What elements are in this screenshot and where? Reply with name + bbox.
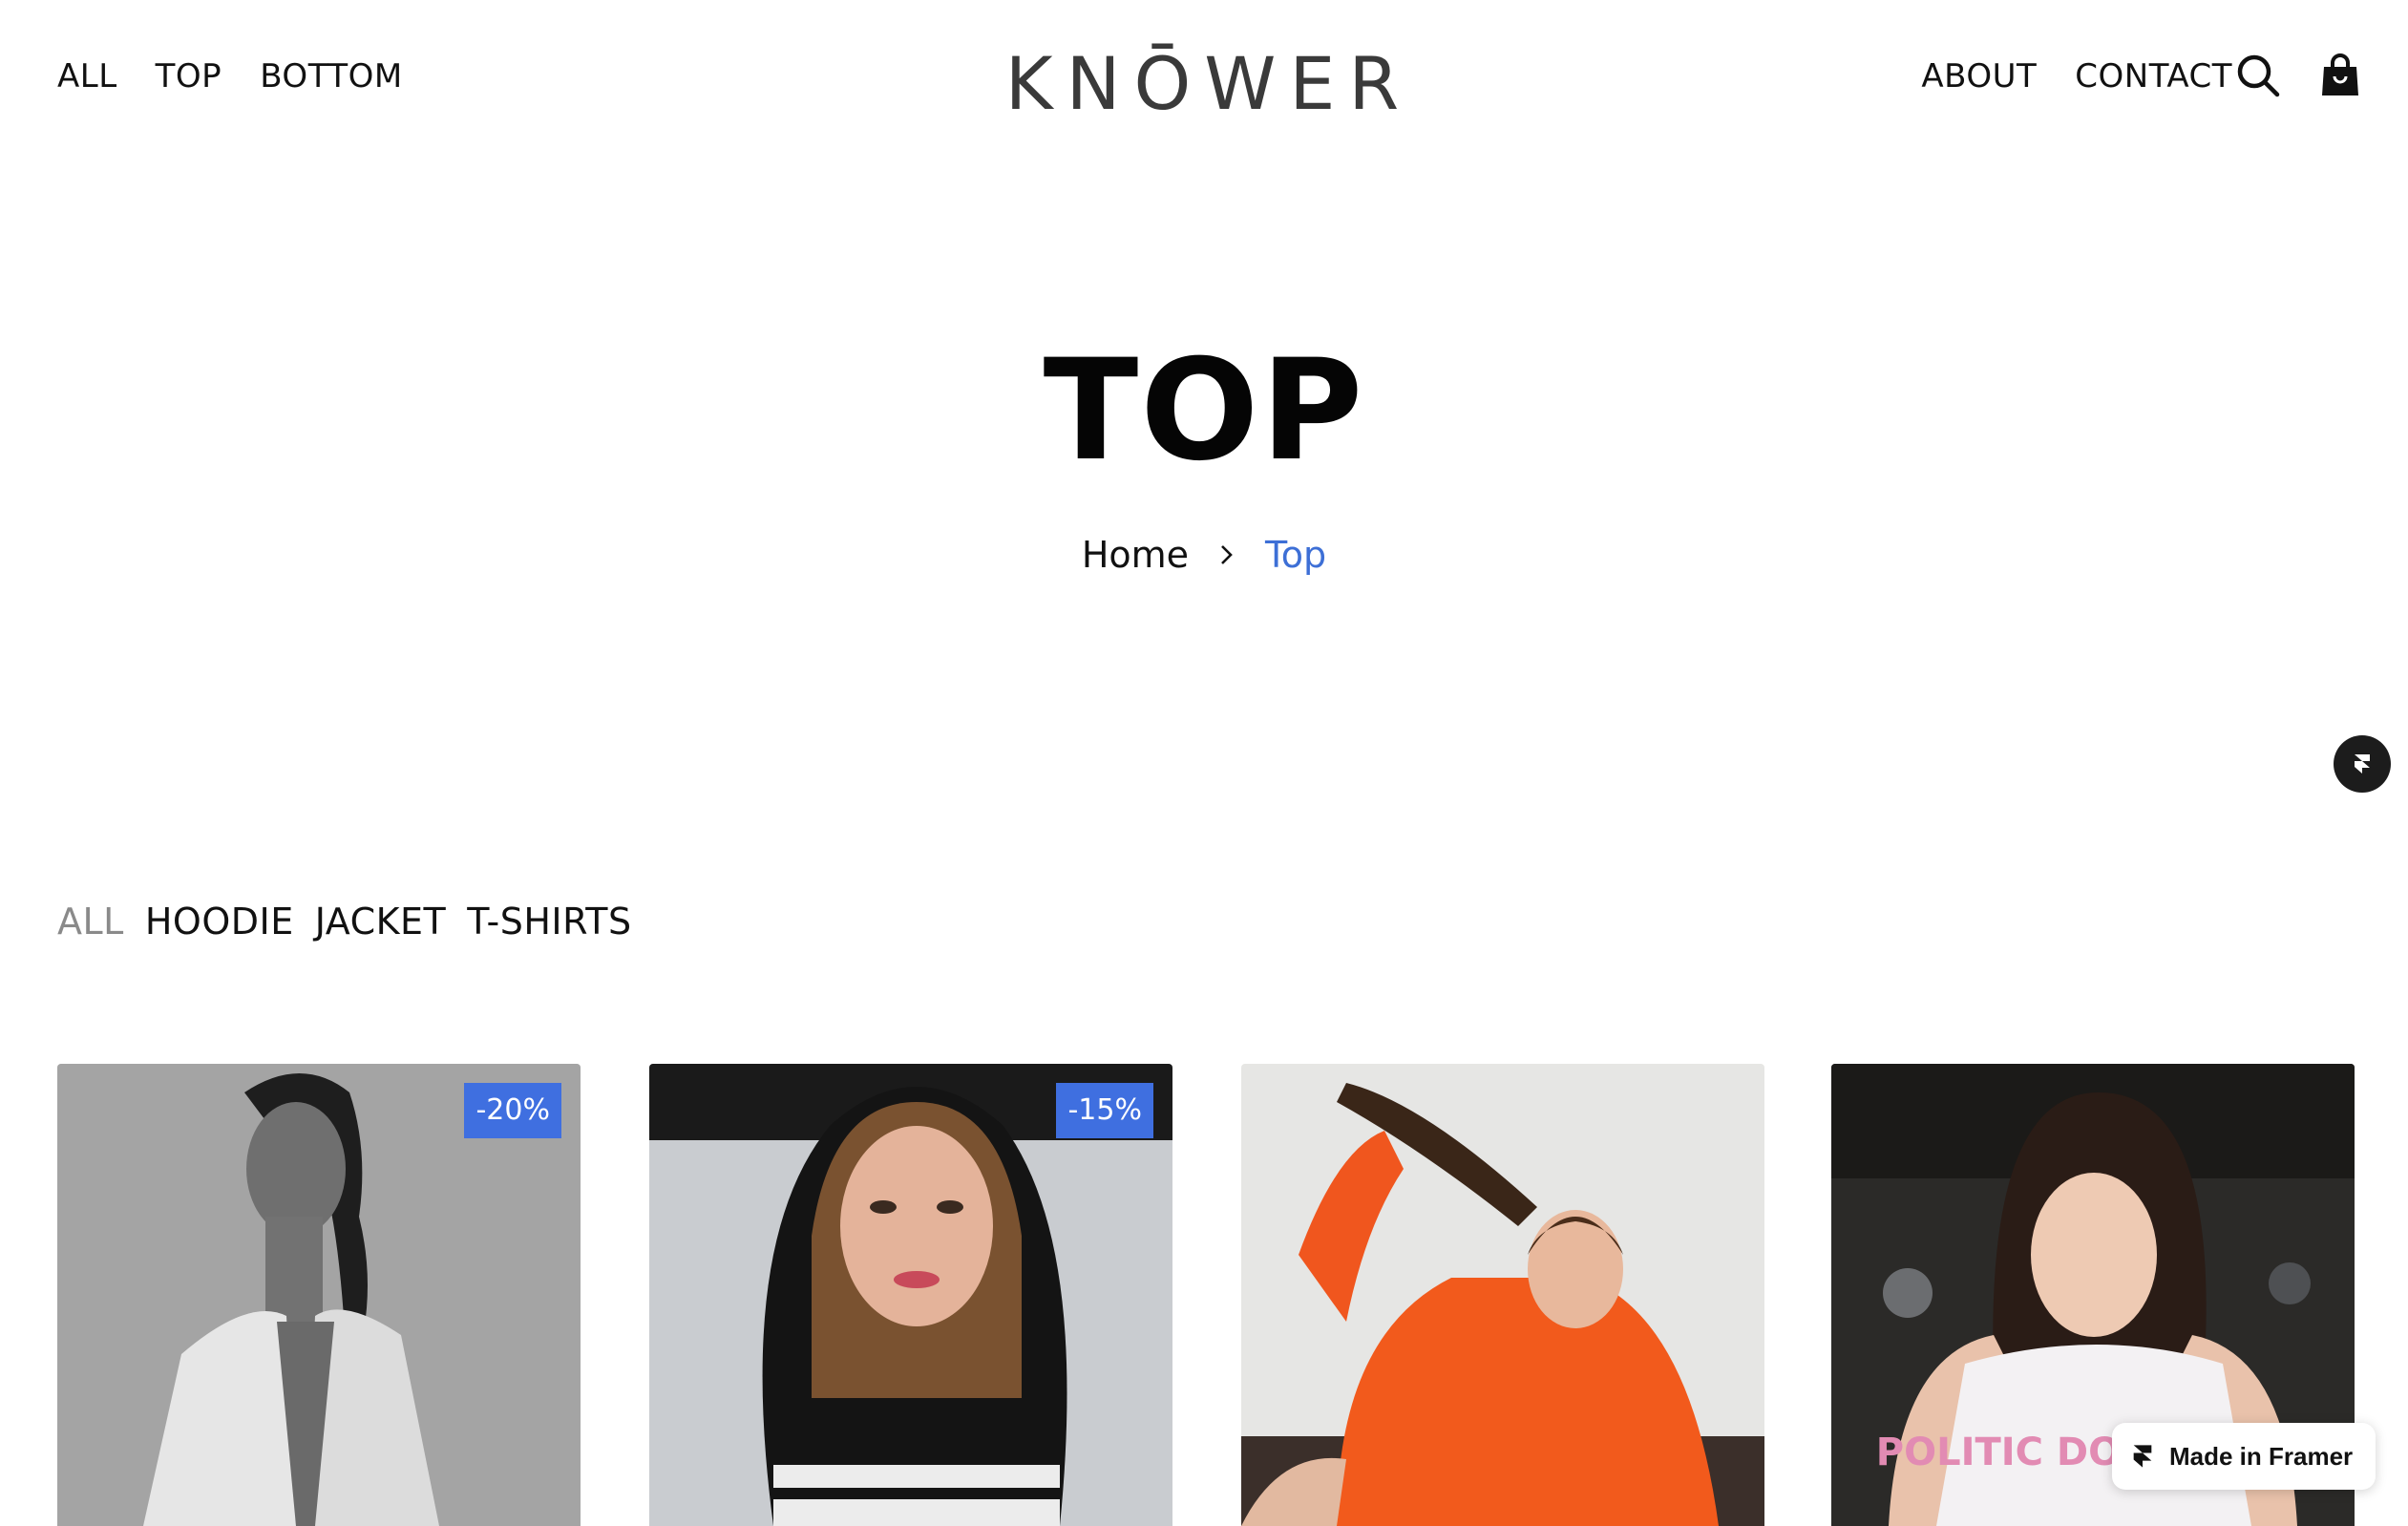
search-icon xyxy=(2237,54,2280,97)
framer-floating-button[interactable] xyxy=(2334,735,2391,793)
filter-jacket[interactable]: JACKET xyxy=(315,898,447,945)
product-card[interactable]: -20% xyxy=(57,1064,581,1526)
made-in-framer-badge[interactable]: Made in Framer xyxy=(2112,1423,2376,1490)
filter-all[interactable]: ALL xyxy=(57,898,124,945)
framer-logo-icon xyxy=(2355,754,2370,774)
chevron-right-icon xyxy=(1221,545,1233,564)
filter-t-shirts[interactable]: T-SHIRTS xyxy=(467,898,631,945)
search-button[interactable] xyxy=(2234,52,2282,99)
nav-link-contact[interactable]: CONTACT xyxy=(2075,55,2232,97)
breadcrumb: Home Top xyxy=(0,531,2408,579)
discount-badge: -20% xyxy=(464,1083,561,1138)
nav-right: ABOUT CONTACT xyxy=(1921,55,2232,97)
nav-link-all[interactable]: ALL xyxy=(57,55,117,97)
made-in-framer-label: Made in Framer xyxy=(2169,1441,2354,1471)
breadcrumb-home-link[interactable]: Home xyxy=(1082,531,1189,579)
nav-link-top[interactable]: TOP xyxy=(156,55,222,97)
brand-logo[interactable]: KNŌWER xyxy=(989,38,1428,118)
nav-link-bottom[interactable]: BOTTOM xyxy=(260,55,403,97)
category-filters: ALL HOODIE JACKET T-SHIRTS xyxy=(57,898,632,945)
page-title: TOP xyxy=(1043,329,1365,492)
product-image xyxy=(1241,1064,1764,1526)
nav-left: ALL TOP BOTTOM xyxy=(57,55,403,97)
filter-hoodie[interactable]: HOODIE xyxy=(145,898,294,945)
cart-button[interactable] xyxy=(2316,52,2364,99)
shopping-bag-icon xyxy=(2322,53,2358,95)
brand-logo-text: KNŌWER xyxy=(1005,41,1412,118)
nav-link-about[interactable]: ABOUT xyxy=(1921,55,2037,97)
framer-logo-icon xyxy=(2133,1445,2152,1468)
product-card[interactable] xyxy=(1241,1064,1764,1526)
page: ALL TOP BOTTOM KNŌWER ABOUT CONTACT TOP … xyxy=(0,0,2408,1526)
discount-badge: -15% xyxy=(1056,1083,1153,1138)
product-card[interactable]: -15% xyxy=(649,1064,1172,1526)
breadcrumb-current: Top xyxy=(1265,534,1327,576)
